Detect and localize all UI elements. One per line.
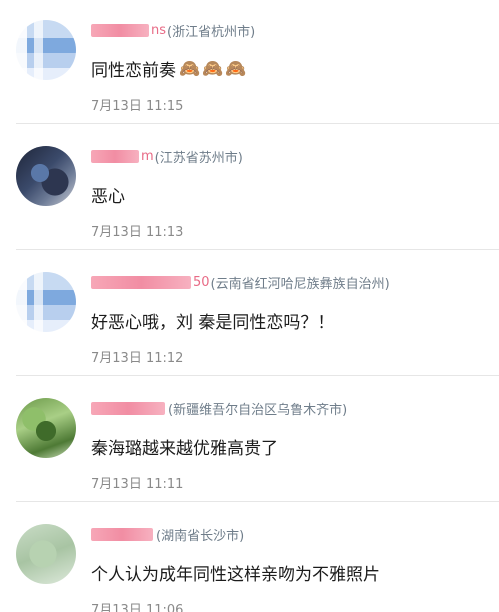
blurred-username: [91, 527, 153, 541]
avatar[interactable]: [16, 398, 76, 458]
see-no-evil-monkey-icon: 🙈: [202, 58, 224, 79]
divider: [16, 123, 499, 124]
comment-item: m (江苏省苏州市) 恶心 7月13日 11:13: [0, 126, 499, 250]
username-visible: 50: [193, 274, 210, 290]
divider: [16, 375, 499, 376]
comment-item: (湖南省长沙市) 个人认为成年同性这样亲吻为不雅照片 7月13日 11:06: [0, 504, 499, 612]
avatar[interactable]: [16, 20, 76, 80]
comment-author[interactable]: m (江苏省苏州市): [91, 146, 243, 166]
avatar[interactable]: [16, 524, 76, 584]
comment-text-row: 同性恋前奏 🙈 🙈 🙈: [91, 56, 247, 82]
comment-item: ns (浙江省杭州市) 同性恋前奏 🙈 🙈 🙈 7月13日 11:15: [0, 0, 499, 124]
see-no-evil-monkey-icon: 🙈: [179, 58, 201, 79]
location-label: (湖南省长沙市): [156, 528, 245, 544]
comment-timestamp: 7月13日 11:06: [91, 603, 184, 612]
blurred-username: [91, 275, 191, 289]
comment-timestamp: 7月13日 11:11: [91, 477, 184, 492]
comment-author[interactable]: (新疆维吾尔自治区乌鲁木齐市): [91, 398, 347, 418]
comment-author[interactable]: (湖南省长沙市): [91, 524, 244, 544]
comment-item: 50 (云南省红河哈尼族彝族自治州) 好恶心哦，刘 秦是同性恋吗？！ 7月13日…: [0, 252, 499, 376]
comment-author[interactable]: ns (浙江省杭州市): [91, 20, 255, 40]
blurred-username: [91, 23, 149, 37]
comment-text-row: 恶心: [91, 182, 125, 207]
comment-timestamp: 7月13日 11:15: [91, 99, 184, 114]
avatar[interactable]: [16, 146, 76, 206]
comment-text: 个人认为成年同性这样亲吻为不雅照片: [91, 565, 380, 585]
comment-text: 秦海璐越来越优雅高贵了: [91, 439, 278, 459]
comment-item: (新疆维吾尔自治区乌鲁木齐市) 秦海璐越来越优雅高贵了 7月13日 11:11: [0, 378, 499, 502]
divider: [16, 501, 499, 502]
comment-text: 恶心: [91, 187, 125, 207]
see-no-evil-monkey-icon: 🙈: [225, 58, 247, 79]
comment-timestamp: 7月13日 11:13: [91, 225, 184, 240]
comment-timestamp: 7月13日 11:12: [91, 351, 184, 366]
comment-text: 同性恋前奏: [91, 61, 176, 81]
blurred-username: [91, 401, 165, 415]
avatar[interactable]: [16, 272, 76, 332]
location-label: (江苏省苏州市): [154, 150, 243, 166]
location-label: (新疆维吾尔自治区乌鲁木齐市): [168, 402, 348, 418]
comment-text-row: 好恶心哦，刘 秦是同性恋吗？！: [91, 308, 334, 333]
comment-text: 好恶心哦，刘 秦是同性恋吗？！: [91, 313, 335, 333]
comment-author[interactable]: 50 (云南省红河哈尼族彝族自治州): [91, 272, 390, 292]
comment-text-row: 秦海璐越来越优雅高贵了: [91, 434, 278, 459]
location-label: (浙江省杭州市): [167, 24, 256, 40]
comment-text-row: 个人认为成年同性这样亲吻为不雅照片: [91, 560, 380, 585]
blurred-username: [91, 149, 139, 163]
username-visible: m: [141, 148, 154, 164]
divider: [16, 249, 499, 250]
location-label: (云南省红河哈尼族彝族自治州): [210, 276, 390, 292]
comment-feed: ns (浙江省杭州市) 同性恋前奏 🙈 🙈 🙈 7月13日 11:15 m (江…: [0, 0, 499, 612]
username-visible: ns: [151, 22, 167, 38]
